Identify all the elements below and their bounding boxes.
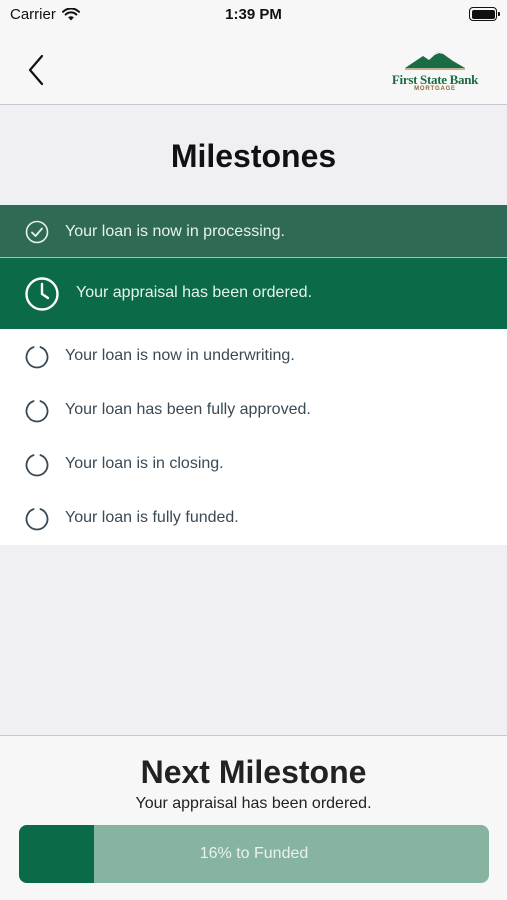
milestone-label: Your loan is fully funded. (65, 509, 239, 526)
navigation-bar: First State Bank MORTGAGE (0, 30, 507, 105)
pending-circle-icon (25, 346, 49, 369)
milestone-list: Your loan is now in processing. Your app… (0, 205, 507, 545)
mountain-logo-icon (405, 51, 465, 70)
next-milestone-panel: Next Milestone Your appraisal has been o… (0, 735, 507, 900)
milestone-label: Your loan is in closing. (65, 455, 224, 472)
milestone-row-pending: Your loan is now in underwriting. (0, 329, 507, 383)
milestone-row-current: Your appraisal has been ordered. (0, 258, 507, 329)
pending-circle-icon (25, 508, 49, 531)
funding-progress-bar: 16% to Funded (19, 825, 489, 883)
battery-icon (469, 7, 500, 21)
back-button[interactable] (20, 50, 54, 90)
milestone-row-pending: Your loan is in closing. (0, 437, 507, 491)
pending-circle-icon (25, 400, 49, 423)
progress-text: 16% to Funded (199, 845, 309, 862)
page-title: Milestones (170, 138, 337, 174)
status-bar: Carrier 1:39 PM (0, 0, 507, 30)
milestone-label: Your loan is now in underwriting. (65, 347, 295, 364)
milestone-label: Your appraisal has been ordered. (76, 284, 313, 301)
status-time: 1:39 PM (225, 6, 282, 23)
clock-icon (25, 277, 59, 311)
chevron-left-icon (28, 54, 44, 86)
pending-circle-icon (25, 454, 49, 477)
milestone-row-pending: Your loan is fully funded. (0, 491, 507, 545)
next-milestone-title: Next Milestone (140, 754, 367, 790)
next-milestone-subtitle: Your appraisal has been ordered. (135, 795, 372, 812)
milestone-row-complete: Your loan is now in processing. (0, 205, 507, 258)
logo-sub-text: MORTGAGE (414, 86, 456, 92)
check-circle-icon (25, 220, 49, 244)
milestone-row-pending: Your loan has been fully approved. (0, 383, 507, 437)
bank-logo: First State Bank MORTGAGE (385, 48, 485, 98)
milestone-label: Your loan has been fully approved. (65, 401, 311, 418)
milestone-label: Your loan is now in processing. (65, 223, 285, 240)
